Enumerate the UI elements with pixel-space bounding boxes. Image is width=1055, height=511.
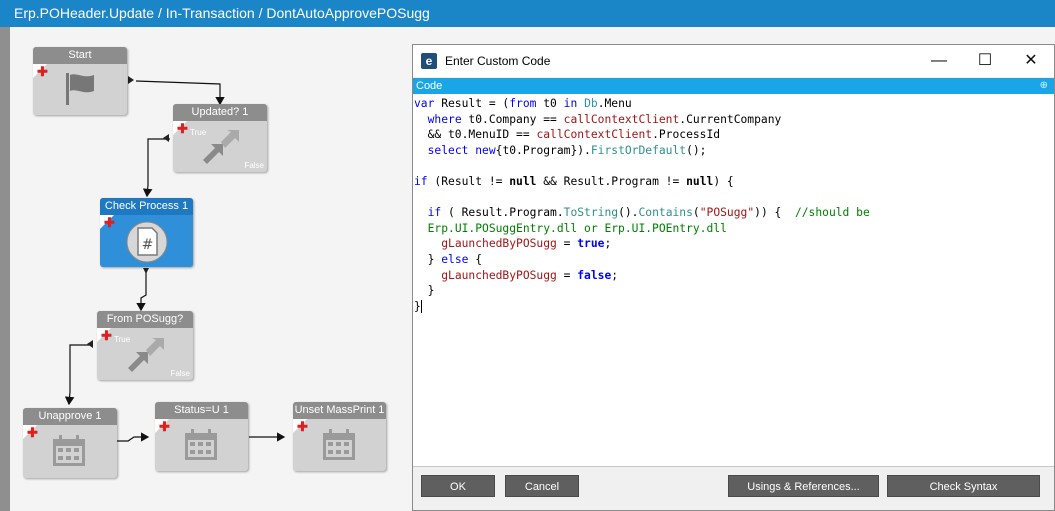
app-logo-icon: e [421, 53, 437, 69]
workflow-node-check-process[interactable]: Check Process 1 ✚ # [100, 198, 193, 267]
node-label: Unapprove 1 [23, 408, 117, 425]
close-button[interactable]: ✕ [1008, 45, 1054, 77]
dialog-titlebar[interactable]: e Enter Custom Code — ☐ ✕ [413, 45, 1054, 77]
workflow-node-updated[interactable]: Updated? 1 ✚ True False [173, 104, 267, 172]
workflow-node-status-u[interactable]: Status=U 1 ✚ [155, 402, 248, 471]
plus-icon: ✚ [159, 419, 170, 434]
svg-text:#: # [142, 237, 154, 253]
code-section-label: Code [416, 80, 443, 92]
node-label: Updated? 1 [173, 104, 267, 121]
node-label: Unset MassPrint 1 [293, 402, 386, 419]
false-label: False [170, 369, 190, 378]
pin-icon[interactable]: ⊕ [1040, 78, 1048, 94]
ok-button[interactable]: OK [421, 475, 495, 497]
code-section-header: Code ⊕ [413, 78, 1054, 94]
custom-code-dialog: e Enter Custom Code — ☐ ✕ Code ⊕ var Res… [412, 44, 1055, 511]
plus-icon: ✚ [104, 215, 115, 230]
usings-references-button[interactable]: Usings & References... [728, 475, 879, 497]
calendar-icon [185, 429, 217, 460]
cancel-button[interactable]: Cancel [505, 475, 579, 497]
node-label: Check Process 1 [100, 198, 193, 215]
workflow-node-start[interactable]: Start ✚ [33, 47, 127, 115]
calendar-icon [53, 435, 85, 466]
maximize-button[interactable]: ☐ [962, 45, 1008, 77]
code-text[interactable]: var Result = (from t0 in Db.Menu where t… [413, 94, 1054, 314]
minimize-button[interactable]: — [916, 45, 962, 77]
false-label: False [244, 161, 264, 170]
code-editor[interactable]: var Result = (from t0 in Db.Menu where t… [413, 94, 1054, 467]
plus-icon: ✚ [297, 419, 308, 434]
left-panel-edge [0, 27, 10, 511]
dialog-title: Enter Custom Code [445, 54, 551, 68]
workflow-node-from-posugg[interactable]: From POSugg? ✚ True False [97, 311, 193, 380]
plus-icon: ✚ [27, 425, 38, 440]
condition-arrow-icon [203, 130, 239, 164]
node-label: Status=U 1 [155, 402, 248, 419]
condition-arrow-icon [128, 338, 164, 372]
plus-icon: ✚ [37, 64, 48, 79]
calendar-icon [323, 429, 355, 460]
window-title: Erp.POHeader.Update / In-Transaction / D… [0, 0, 1055, 27]
flag-icon [66, 73, 94, 105]
workflow-node-unapprove[interactable]: Unapprove 1 ✚ [23, 408, 117, 478]
plus-icon: ✚ [177, 121, 188, 136]
text-caret [420, 300, 422, 314]
custom-code-icon: # [126, 221, 168, 263]
node-label: From POSugg? [97, 311, 193, 328]
plus-icon: ✚ [101, 328, 112, 343]
check-syntax-button[interactable]: Check Syntax [887, 475, 1040, 497]
node-label: Start [33, 47, 127, 64]
workflow-node-unset-massprint[interactable]: Unset MassPrint 1 ✚ [293, 402, 386, 471]
